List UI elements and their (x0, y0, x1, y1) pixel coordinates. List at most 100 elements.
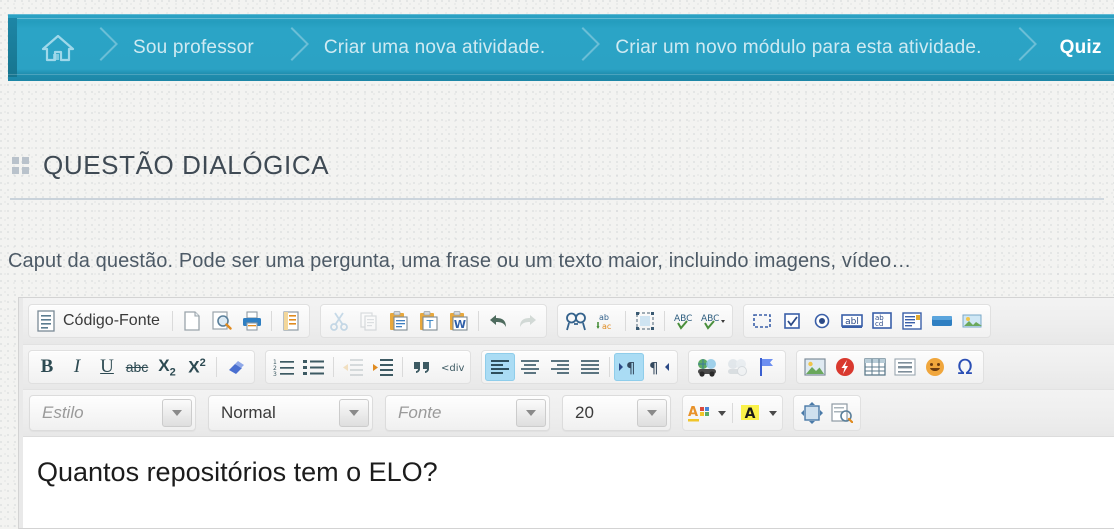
div-container-icon[interactable]: <div> (437, 353, 467, 381)
breadcrumb-separator (1002, 14, 1037, 81)
paste-word-icon[interactable]: W (444, 307, 474, 335)
grip-icon[interactable] (12, 156, 29, 174)
breadcrumb-home[interactable] (17, 14, 89, 81)
svg-text:cd: cd (875, 320, 883, 328)
breadcrumb-item-label: Sou professor (133, 36, 254, 58)
paste-text-icon[interactable]: T (414, 307, 444, 335)
toolbar-group-align: ¶ ¶ (481, 350, 678, 384)
align-right-icon[interactable] (545, 353, 575, 381)
spellcheck-options-icon[interactable]: ABC (699, 307, 729, 335)
editor-content-area[interactable]: Quantos repositórios tem o ELO? (19, 437, 1114, 528)
text-color-dropdown-icon[interactable] (712, 399, 728, 427)
breadcrumb-item-criar-novo-modulo[interactable]: Criar um novo módulo para esta atividade… (589, 14, 1007, 81)
svg-text:A: A (688, 405, 698, 420)
svg-text:ABC: ABC (674, 314, 692, 324)
subscript-icon[interactable]: X2 (152, 353, 182, 381)
toolbar-group-clipboard: T W (319, 304, 547, 338)
font-size-select[interactable]: 20 (562, 395, 671, 431)
source-code-label: Código-Fonte (63, 312, 160, 329)
home-icon (41, 34, 75, 61)
style-select-value: Estilo (42, 403, 84, 422)
breadcrumb-item-label: Criar uma nova atividade. (323, 36, 546, 58)
smiley-icon[interactable] (920, 353, 950, 381)
toolbar-group-links (688, 350, 786, 384)
text-direction-ltr-icon[interactable]: ¶ (614, 353, 644, 381)
italic-icon[interactable]: I (62, 353, 92, 381)
text-field-icon[interactable]: abl (837, 307, 867, 335)
toolbar-group-forms: abl ab cd (742, 304, 991, 338)
numbered-list-icon[interactable]: 123 (269, 353, 299, 381)
find-icon[interactable] (561, 307, 591, 335)
button-icon[interactable] (927, 307, 957, 335)
print-icon[interactable] (237, 307, 267, 335)
background-color-icon[interactable]: A (737, 399, 763, 427)
checkbox-icon[interactable] (777, 307, 807, 335)
background-color-dropdown-icon[interactable] (763, 399, 779, 427)
select-field-icon[interactable] (897, 307, 927, 335)
toolbar-group-insert: Ω (796, 350, 984, 384)
unlink-icon[interactable] (722, 353, 752, 381)
toolbar-group-colors: A A (682, 395, 783, 431)
outdent-icon[interactable] (338, 353, 368, 381)
breadcrumb-item-criar-nova-atividade[interactable]: Criar uma nova atividade. (298, 14, 572, 81)
maximize-icon[interactable] (797, 399, 827, 427)
undo-icon[interactable] (483, 307, 513, 335)
superscript-icon[interactable]: X2 (182, 353, 212, 381)
chevron-down-icon (339, 399, 369, 427)
svg-text:W: W (454, 318, 466, 331)
align-center-icon[interactable] (515, 353, 545, 381)
indent-icon[interactable] (368, 353, 398, 381)
select-all-icon[interactable] (630, 307, 660, 335)
show-blocks-icon[interactable] (827, 399, 857, 427)
chevron-down-icon (516, 399, 546, 427)
svg-text:3: 3 (273, 371, 277, 376)
anchor-icon[interactable] (752, 353, 782, 381)
preview-icon[interactable] (207, 307, 237, 335)
style-select[interactable]: Estilo (29, 395, 196, 431)
blockquote-icon[interactable] (407, 353, 437, 381)
replace-icon[interactable]: ab ac (591, 307, 621, 335)
form-icon[interactable] (747, 307, 777, 335)
remove-format-icon[interactable] (221, 353, 251, 381)
breadcrumb-item-quiz[interactable]: Quiz (1026, 14, 1114, 81)
special-character-icon[interactable]: Ω (950, 353, 980, 381)
rich-text-editor: Código-Fonte T W ab ac ABC ABC abl ab cd… (18, 297, 1114, 529)
text-color-icon[interactable]: A (686, 399, 712, 427)
paste-icon[interactable] (384, 307, 414, 335)
question-caption: Caput da questão. Pode ser uma pergunta,… (8, 250, 912, 272)
copy-icon[interactable] (354, 307, 384, 335)
format-select[interactable]: Normal (208, 395, 373, 431)
redo-icon[interactable] (513, 307, 543, 335)
horizontal-rule-icon[interactable] (890, 353, 920, 381)
new-page-icon[interactable] (177, 307, 207, 335)
svg-text:abl: abl (845, 317, 859, 327)
radio-button-icon[interactable] (807, 307, 837, 335)
toolbar-group-basic-styles: B I U abc X2 X2 (28, 350, 255, 384)
image-icon[interactable] (800, 353, 830, 381)
font-select[interactable]: Fonte (385, 395, 550, 431)
editor-toolbar-row-2: B I U abc X2 X2 123 <div ¶ ¶ Ω (19, 345, 1114, 390)
bold-icon[interactable]: B (32, 353, 62, 381)
table-icon[interactable] (860, 353, 890, 381)
section-header: QUESTÃO DIALÓGICA (0, 140, 1114, 190)
svg-text:ab: ab (599, 313, 609, 322)
templates-icon[interactable] (276, 307, 306, 335)
breadcrumb-item-sou-professor[interactable]: Sou professor (107, 14, 280, 81)
link-icon[interactable] (692, 353, 722, 381)
underline-icon[interactable]: U (92, 353, 122, 381)
align-left-icon[interactable] (485, 353, 515, 381)
editor-toolbar-row-3: Estilo Normal Fonte 20 A A (19, 390, 1114, 437)
text-direction-rtl-icon[interactable]: ¶ (644, 353, 674, 381)
bulleted-list-icon[interactable] (299, 353, 329, 381)
spellcheck-icon[interactable]: ABC (669, 307, 699, 335)
textarea-icon[interactable]: ab cd (867, 307, 897, 335)
flash-icon[interactable] (830, 353, 860, 381)
strikethrough-icon[interactable]: abc (122, 353, 152, 381)
image-button-icon[interactable] (957, 307, 987, 335)
justify-icon[interactable] (575, 353, 605, 381)
editor-left-edge (19, 298, 23, 528)
source-code-button[interactable]: Código-Fonte (32, 307, 168, 335)
svg-text:<div>: <div> (441, 363, 464, 374)
cut-icon[interactable] (324, 307, 354, 335)
editor-content-text: Quantos repositórios tem o ELO? (37, 457, 438, 487)
